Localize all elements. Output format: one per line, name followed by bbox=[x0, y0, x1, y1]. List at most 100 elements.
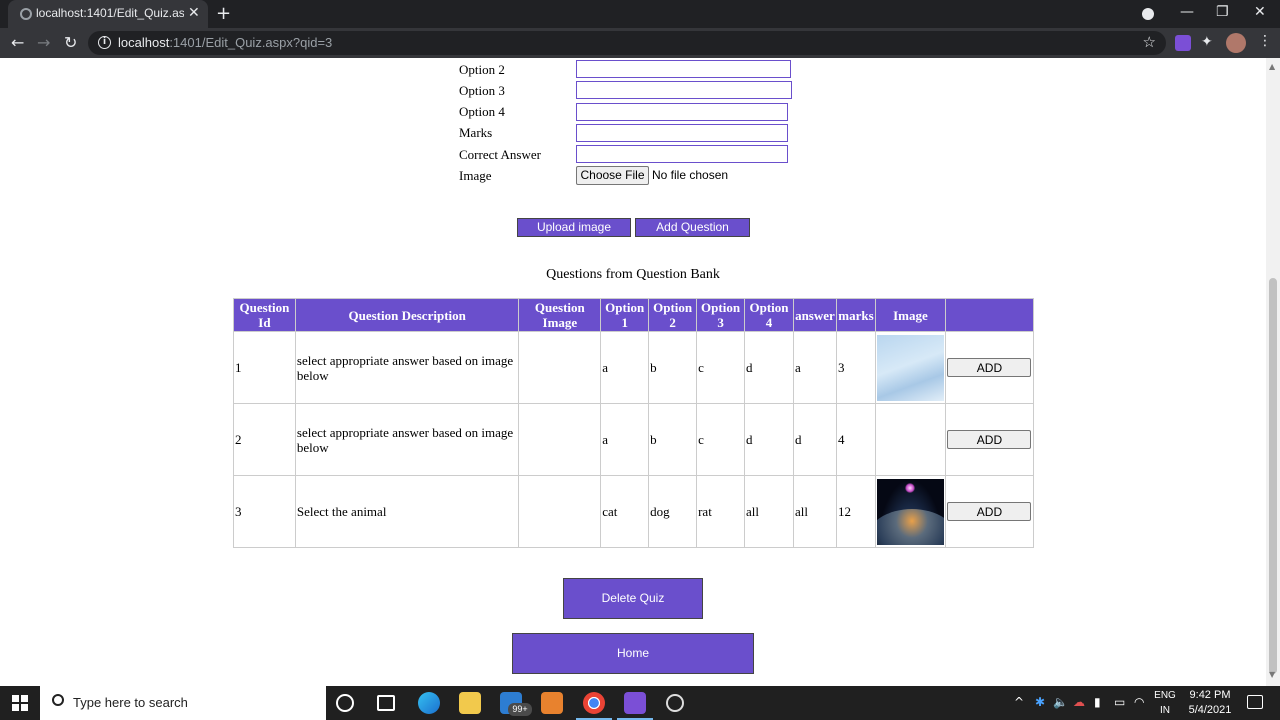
bluetooth-icon[interactable]: ✱ bbox=[1035, 695, 1045, 709]
volume-icon[interactable]: 🔈 bbox=[1053, 695, 1068, 709]
delete-quiz-button[interactable]: Delete Quiz bbox=[563, 578, 703, 619]
minimize-icon[interactable]: — bbox=[1180, 4, 1194, 20]
action-cell: ADD bbox=[944, 331, 1035, 404]
address-bar[interactable]: i localhost:1401/Edit_Quiz.aspx?qid=3 ☆ bbox=[88, 31, 1166, 55]
option4-cell: d bbox=[744, 331, 794, 404]
back-icon[interactable]: ← bbox=[11, 33, 24, 52]
cortana-icon[interactable] bbox=[336, 694, 354, 712]
marks-input[interactable] bbox=[576, 124, 788, 142]
column-header: Question Id bbox=[233, 298, 296, 332]
page-scrollbar[interactable]: ▲ ▼ bbox=[1266, 58, 1280, 686]
reload-icon[interactable]: ↻ bbox=[64, 33, 77, 52]
image-label: Image bbox=[459, 168, 492, 183]
close-tab-icon[interactable]: ✕ bbox=[188, 5, 200, 21]
question-id-cell: 1 bbox=[233, 331, 296, 404]
question-description-cell: select appropriate answer based on image… bbox=[294, 331, 520, 404]
browser-toolbar: ← → ↻ i localhost:1401/Edit_Quiz.aspx?qi… bbox=[0, 28, 1280, 58]
onedrive-icon[interactable]: ☁ bbox=[1073, 695, 1085, 709]
marks-label: Marks bbox=[459, 125, 493, 140]
column-header: Image bbox=[874, 298, 946, 332]
add-button[interactable]: ADD bbox=[947, 358, 1032, 377]
wifi-icon[interactable]: ◠ bbox=[1134, 695, 1144, 709]
sublime-text-icon[interactable] bbox=[541, 692, 563, 714]
question-bank-table: Question Id Question Description Questio… bbox=[233, 298, 1035, 548]
edge-browser-icon[interactable] bbox=[418, 692, 440, 714]
notifications-icon[interactable] bbox=[1247, 695, 1263, 709]
question-image-cell bbox=[518, 475, 602, 548]
system-clock[interactable]: 9:42 PM 5/4/2021 bbox=[1182, 688, 1238, 718]
image-cell bbox=[874, 403, 946, 476]
option3-label: Option 3 bbox=[459, 83, 505, 98]
option1-cell: a bbox=[600, 403, 650, 476]
option2-cell: b bbox=[648, 403, 698, 476]
tab-search-icon[interactable] bbox=[1142, 8, 1154, 20]
question-bank-heading: Questions from Question Bank bbox=[546, 267, 720, 282]
marks-cell: 12 bbox=[835, 475, 876, 548]
answer-cell: all bbox=[792, 475, 837, 548]
option4-input[interactable] bbox=[576, 103, 788, 121]
marks-cell: 3 bbox=[835, 331, 876, 404]
new-tab-icon[interactable]: + bbox=[216, 3, 231, 24]
upload-image-button[interactable]: Upload image bbox=[517, 218, 631, 237]
show-hidden-icons-icon[interactable]: ^ bbox=[1014, 695, 1024, 709]
microphone-icon[interactable]: ▮ bbox=[1094, 695, 1101, 709]
forward-icon[interactable]: → bbox=[37, 33, 50, 52]
option3-cell: c bbox=[696, 403, 746, 476]
table-row: 3 Select the animal cat dog rat all all … bbox=[233, 475, 1035, 548]
option4-cell: all bbox=[744, 475, 794, 548]
question-description-cell: select appropriate answer based on image… bbox=[294, 403, 520, 476]
browser-tab[interactable]: localhost:1401/Edit_Quiz.aspx?qid=3 ✕ bbox=[8, 0, 208, 28]
visual-studio-icon[interactable] bbox=[624, 692, 646, 714]
windows-taskbar: Type here to search 99+ ^ ✱ 🔈 ☁ ▮ ▭ ◠ EN… bbox=[0, 686, 1280, 720]
correct-answer-input[interactable] bbox=[576, 145, 788, 163]
column-header: Question Description bbox=[294, 298, 520, 332]
battery-icon[interactable]: ▭ bbox=[1114, 695, 1125, 709]
app-icon[interactable] bbox=[666, 694, 684, 712]
taskbar-search[interactable]: Type here to search bbox=[40, 686, 326, 720]
window-close-icon[interactable]: ✕ bbox=[1254, 4, 1266, 20]
add-button[interactable]: ADD bbox=[947, 502, 1032, 521]
search-icon bbox=[52, 694, 64, 706]
scroll-down-icon[interactable]: ▼ bbox=[1269, 670, 1275, 679]
task-view-icon[interactable] bbox=[377, 695, 395, 711]
question-thumbnail-image bbox=[876, 478, 944, 545]
question-image-cell bbox=[518, 331, 602, 404]
option3-input[interactable] bbox=[576, 81, 792, 99]
option2-input[interactable] bbox=[576, 60, 791, 78]
language-code: ENG bbox=[1154, 690, 1176, 701]
maximize-icon[interactable]: ❐ bbox=[1216, 4, 1229, 20]
option1-cell: a bbox=[600, 331, 650, 404]
url-text[interactable]: localhost:1401/Edit_Quiz.aspx?qid=3 bbox=[118, 35, 332, 50]
more-menu-icon[interactable]: ⋮ bbox=[1258, 33, 1272, 49]
choose-file-button[interactable]: Choose File bbox=[576, 166, 649, 185]
profile-avatar[interactable] bbox=[1226, 33, 1246, 53]
home-button[interactable]: Home bbox=[512, 633, 754, 674]
bookmark-star-icon[interactable]: ☆ bbox=[1143, 33, 1156, 51]
question-description-cell: Select the animal bbox=[294, 475, 520, 548]
column-header: Option 4 bbox=[744, 298, 794, 332]
taskbar-search-placeholder: Type here to search bbox=[73, 695, 188, 710]
file-status: No file chosen bbox=[652, 168, 729, 182]
option2-cell: b bbox=[648, 331, 698, 404]
scroll-up-icon[interactable]: ▲ bbox=[1269, 62, 1275, 71]
scrollbar-thumb[interactable] bbox=[1269, 278, 1277, 674]
page-content: Option 2 Option 3 Option 4 Marks Correct… bbox=[0, 58, 1266, 686]
column-header: Question Image bbox=[518, 298, 602, 332]
chrome-icon[interactable] bbox=[583, 692, 605, 714]
mail-badge: 99+ bbox=[508, 703, 532, 716]
site-info-icon[interactable]: i bbox=[98, 36, 111, 49]
add-button[interactable]: ADD bbox=[947, 430, 1032, 449]
clock-date: 5/4/2021 bbox=[1188, 704, 1232, 716]
browser-tab-strip: localhost:1401/Edit_Quiz.aspx?qid=3 ✕ + … bbox=[0, 0, 1280, 28]
add-question-button[interactable]: Add Question bbox=[635, 218, 750, 237]
file-explorer-icon[interactable] bbox=[459, 692, 481, 714]
action-cell: ADD bbox=[944, 475, 1035, 548]
windows-start-icon[interactable] bbox=[12, 695, 28, 711]
tab-title: localhost:1401/Edit_Quiz.aspx?qid=3 bbox=[36, 6, 184, 20]
answer-cell: d bbox=[792, 403, 837, 476]
puzzle-extensions-icon[interactable]: ✦ bbox=[1201, 34, 1217, 50]
globe-icon bbox=[20, 8, 32, 20]
option3-cell: c bbox=[696, 331, 746, 404]
extension-icon[interactable] bbox=[1175, 35, 1191, 51]
language-indicator[interactable]: ENG IN bbox=[1152, 688, 1178, 718]
